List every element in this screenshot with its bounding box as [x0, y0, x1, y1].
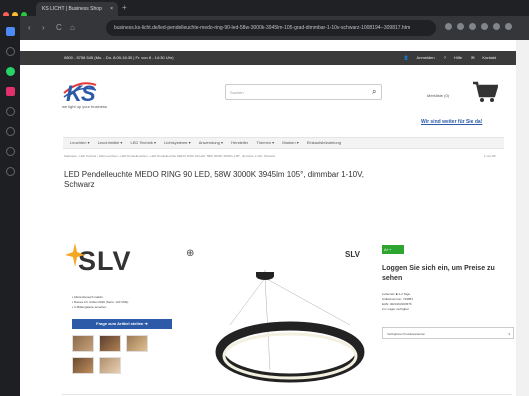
- browser-toolbar: ‹ › C ⌂ business.ks-licht.de/led-pendell…: [20, 16, 529, 40]
- mail-icon: ✉: [471, 55, 475, 60]
- play-icon[interactable]: [5, 107, 15, 116]
- breadcrumb[interactable]: Startseite › LED Technik › LED Leuchten …: [64, 154, 275, 158]
- ask-question-button[interactable]: Frage zum Artikel stellen ➜: [72, 319, 172, 329]
- thumbnail-image[interactable]: [72, 335, 94, 352]
- zoom-icon[interactable]: ⊕: [186, 248, 194, 259]
- instagram-icon[interactable]: [5, 87, 15, 96]
- help-icon: ?: [443, 55, 446, 60]
- tab-title: KS LICHT | Business Shop: [42, 6, 102, 12]
- product-info: Lieferzeit: ■ 1-2 Tage Artikelnummer: 72…: [382, 292, 413, 312]
- search-input[interactable]: Suchen: [225, 84, 382, 100]
- extension-icon[interactable]: [445, 23, 452, 30]
- more-icon[interactable]: [5, 167, 15, 176]
- nav-item-anwendung[interactable]: Anwendung ▾: [199, 140, 223, 145]
- product-counter: 1 von 89: [484, 154, 496, 158]
- help-link[interactable]: Hilfe: [454, 55, 462, 60]
- search-icon[interactable]: ⌕: [372, 87, 376, 97]
- extension-icon[interactable]: [493, 23, 500, 30]
- stock-info: 2 in Lager verfügbar: [382, 307, 409, 311]
- nav-item-marken[interactable]: Marken ▾: [282, 140, 298, 145]
- thumbnail-image[interactable]: [99, 357, 121, 374]
- nav-item-leuchtmittel[interactable]: Leuchtmittel ▾: [98, 140, 123, 145]
- home-button[interactable]: ⌂: [70, 23, 75, 32]
- variant-select[interactable]: Verfügbare Produktvarianten ▾: [382, 327, 514, 339]
- product-title: LED Pendelleuchte MEDO RING 90 LED, 58W …: [64, 170, 364, 189]
- browser-tab[interactable]: KS LICHT | Business Shop ×: [36, 2, 118, 16]
- nav-item-leuchten[interactable]: Leuchten ▾: [70, 140, 90, 145]
- address-bar[interactable]: business.ks-licht.de/led-pendelleuchte-m…: [106, 20, 436, 36]
- feature-item[interactable]: ▪ In Bildergalerie ansehen: [72, 305, 128, 310]
- phone-info[interactable]: 0800 - 5758 545 (Mo. - Do. 8:00-16:30 | …: [64, 51, 174, 65]
- reload-button[interactable]: C: [56, 23, 62, 32]
- cart-icon[interactable]: [472, 81, 499, 108]
- browser-tabstrip: KS LICHT | Business Shop × +: [0, 0, 529, 18]
- account-icon: 👤: [403, 55, 409, 60]
- thumbnail-image[interactable]: [99, 335, 121, 352]
- settings-icon[interactable]: [5, 147, 15, 156]
- browser-app-icon[interactable]: [5, 27, 15, 36]
- shop-logo[interactable]: KS we light up your business: [62, 77, 107, 109]
- circle-icon[interactable]: [5, 47, 15, 56]
- slv-star-icon: [65, 243, 85, 267]
- shop-topbar: 0800 - 5758 545 (Mo. - Do. 8:00-16:30 | …: [20, 51, 516, 65]
- app-sidebar: [0, 16, 20, 396]
- energy-label-badge[interactable]: A++: [382, 245, 404, 254]
- thumbnail-image[interactable]: [72, 357, 94, 374]
- contact-link[interactable]: Kontakt: [482, 55, 496, 60]
- category-nav: Leuchten ▾ Leuchtmittel ▾ LED Technik ▾ …: [63, 137, 504, 149]
- nav-item-hersteller[interactable]: Hersteller: [231, 140, 248, 145]
- login-to-see-prices[interactable]: Loggen Sie sich ein, um Preise zu sehen: [382, 264, 512, 284]
- new-tab-button[interactable]: +: [122, 3, 127, 12]
- back-button[interactable]: ‹: [28, 23, 31, 32]
- nav-item-led-technik[interactable]: LED Technik ▾: [131, 140, 157, 145]
- profile-icon[interactable]: [505, 23, 512, 30]
- close-tab-icon[interactable]: ×: [110, 2, 113, 16]
- extension-icon[interactable]: [469, 23, 476, 30]
- brand-logo-text: SLV: [78, 246, 132, 276]
- brand-badge: SLV: [345, 250, 360, 259]
- page-scrollbar[interactable]: [516, 40, 529, 396]
- logo-slogan: we light up your business: [62, 104, 107, 109]
- brand-logo: SLV: [65, 243, 132, 277]
- nav-item-einkaufsbuendelung[interactable]: Einkaufsbündelung: [307, 140, 341, 145]
- extension-icon[interactable]: [457, 23, 464, 30]
- login-link[interactable]: Anmelden: [417, 55, 435, 60]
- extension-icon[interactable]: [481, 23, 488, 30]
- chevron-down-icon: ▾: [508, 332, 510, 336]
- variant-select-label: Verfügbare Produktvarianten: [387, 332, 426, 336]
- feature-list: ▪ Aktionsbereich inaktiv ▪ Dieses Art. A…: [72, 295, 128, 310]
- forward-button[interactable]: ›: [42, 23, 45, 32]
- whatsapp-icon[interactable]: [5, 67, 15, 76]
- thumbnail-image[interactable]: [126, 335, 148, 352]
- product-image[interactable]: [210, 230, 370, 390]
- list-icon[interactable]: [5, 127, 15, 136]
- nav-item-lichtsysteme[interactable]: Lichtsysteme ▾: [164, 140, 190, 145]
- web-page: 0800 - 5758 545 (Mo. - Do. 8:00-16:30 | …: [20, 40, 516, 396]
- service-notice-link[interactable]: Wir sind weiter für Sie da!: [421, 119, 482, 125]
- nav-item-themen[interactable]: Themen ▾: [256, 140, 274, 145]
- wishlist-link[interactable]: Merkliste (0): [427, 93, 449, 98]
